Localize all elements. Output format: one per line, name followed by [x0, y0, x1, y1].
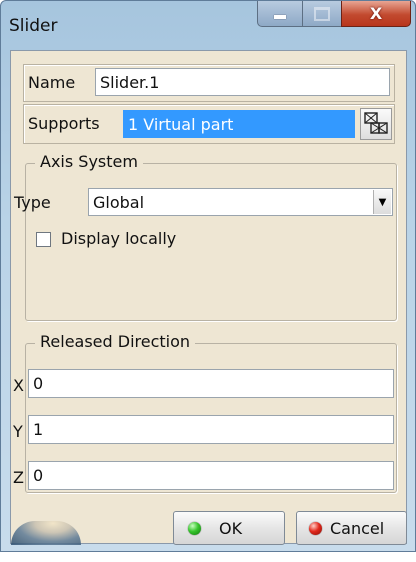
title-bar[interactable]: Slider X [1, 1, 415, 49]
supports-label: Supports [28, 114, 100, 133]
name-input[interactable]: Slider.1 [95, 68, 390, 96]
x-label: X [13, 376, 24, 395]
display-locally-checkbox[interactable] [36, 232, 51, 247]
catia-logo-graphic [11, 521, 81, 545]
selection-list-icon [364, 112, 388, 134]
cancel-button[interactable]: Cancel [296, 511, 407, 545]
type-select[interactable]: Global ▼ [88, 188, 393, 216]
x-input[interactable]: 0 [28, 369, 394, 398]
axis-system-legend: Axis System [35, 152, 143, 171]
supports-value: 1 Virtual part [128, 114, 234, 134]
maximize-button [302, 1, 342, 27]
z-label: Z [13, 468, 24, 487]
name-value: Slider.1 [100, 72, 160, 92]
type-label: Type [14, 193, 51, 212]
minimize-button[interactable] [257, 1, 303, 27]
close-icon: X [369, 4, 383, 23]
close-button[interactable]: X [341, 1, 411, 27]
maximize-icon [314, 6, 330, 21]
name-label: Name [28, 73, 76, 92]
z-value: 0 [33, 466, 44, 485]
slider-dialog: Slider X Name Slider.1 Supports 1 Virtua… [0, 0, 416, 552]
ok-label: OK [219, 518, 243, 538]
y-label: Y [13, 422, 23, 441]
cancel-icon [309, 521, 322, 535]
minimize-icon [274, 15, 286, 19]
y-value: 1 [33, 420, 44, 439]
window-title: Slider [9, 16, 58, 36]
x-value: 0 [33, 374, 44, 393]
ok-button[interactable]: OK [173, 511, 285, 545]
chevron-down-icon[interactable]: ▼ [373, 190, 391, 214]
z-input[interactable]: 0 [28, 461, 394, 490]
supports-selection-button[interactable] [360, 108, 392, 140]
dialog-body: Name Slider.1 Supports 1 Virtual part Ax… [10, 50, 407, 544]
supports-field[interactable]: 1 Virtual part [123, 110, 355, 138]
y-input[interactable]: 1 [28, 415, 394, 444]
display-locally-label: Display locally [61, 229, 177, 248]
released-direction-legend: Released Direction [35, 332, 196, 351]
cancel-label: Cancel [330, 518, 385, 538]
ok-icon [188, 521, 201, 535]
type-value: Global [93, 192, 145, 212]
